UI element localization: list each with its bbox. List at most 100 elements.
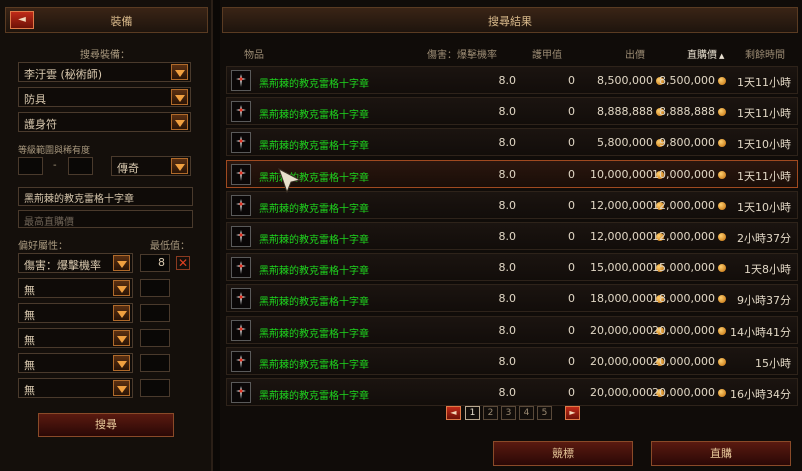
- bid-button[interactable]: 競標: [493, 441, 633, 466]
- min-value-label: 最低值：: [150, 241, 190, 252]
- bid-value: 8,888,888: [597, 105, 664, 118]
- dps-value: 8.0: [498, 230, 517, 243]
- level-min-input[interactable]: [18, 157, 43, 175]
- time-left: 1天11小時: [737, 169, 791, 183]
- amulet-icon: [231, 319, 251, 341]
- dps-value: 8.0: [498, 136, 517, 150]
- amulet-icon: [231, 163, 251, 185]
- amulet-icon: [231, 70, 251, 91]
- item-name: 黑荊棘的教克雷格十字章: [259, 172, 369, 184]
- class-select[interactable]: 李汙雲 (秘術師): [18, 62, 191, 82]
- search-button[interactable]: 搜尋: [38, 413, 174, 437]
- armor-value: 0: [568, 167, 575, 181]
- table-row[interactable]: 黑荊棘的教克雷格十字章 8.0 0 18,000,000 18,000,000 9小時37…: [226, 284, 798, 313]
- gold-coin-icon: [718, 77, 726, 85]
- table-row[interactable]: 黑荊棘的教克雷格十字章 8.0 0 10,000,000 10,000,000 1天11小…: [226, 159, 798, 188]
- table-row[interactable]: 黑荊棘的教克雷格十字章 8.0 0 15,000,000 15,000,000 1天8小時: [226, 253, 798, 282]
- stat-select-1[interactable]: 傷害：爆擊機率: [18, 253, 133, 273]
- level-dash: -: [53, 160, 57, 171]
- column-armor[interactable]: 護甲值: [532, 46, 562, 61]
- stat-min-input-5[interactable]: [140, 354, 170, 372]
- stat-min-input-1[interactable]: 8: [140, 254, 170, 272]
- dps-value: 8.0: [498, 261, 517, 275]
- page-2[interactable]: 2: [483, 406, 498, 420]
- time-left: 15小時: [755, 356, 791, 370]
- stat-select-2[interactable]: 無: [18, 278, 133, 298]
- armor-value: 0: [568, 74, 575, 87]
- table-row[interactable]: 黑荊棘的教克雷格十字章 8.0 0 8,888,888 8,888,888 1天11小時: [226, 97, 798, 126]
- armor-value: 0: [568, 323, 575, 337]
- column-buyout[interactable]: 直購價 ▲: [687, 46, 724, 61]
- stat-select-4[interactable]: 無: [18, 328, 133, 348]
- time-left: 1天8小時: [744, 263, 791, 277]
- time-left: 9小時37分: [737, 294, 791, 308]
- table-row[interactable]: 黑荊棘的教克雷格十字章 8.0 0 5,800,000 9,800,000 1天10小時: [226, 128, 798, 157]
- item-type-select[interactable]: 防具: [18, 87, 191, 107]
- page-4[interactable]: 4: [519, 406, 534, 420]
- level-max-input[interactable]: [68, 157, 93, 175]
- item-name-input[interactable]: 黑荊棘的教克雷格十字章: [18, 187, 193, 206]
- chevron-down-icon[interactable]: [171, 64, 188, 80]
- item-name: 黑荊棘的教克雷格十字章: [259, 110, 369, 122]
- stat-min-input-2[interactable]: [140, 279, 170, 297]
- gold-coin-icon: [718, 326, 726, 335]
- column-time[interactable]: 剩餘時間: [745, 46, 785, 61]
- gold-coin-icon: [718, 139, 726, 148]
- gold-coin-icon: [718, 170, 726, 179]
- column-item[interactable]: 物品: [244, 46, 264, 61]
- armor-value: 0: [568, 292, 575, 306]
- page-1[interactable]: 1: [465, 406, 480, 420]
- time-left: 1天11小時: [737, 76, 791, 89]
- table-row[interactable]: 黑荊棘的教克雷格十字章 8.0 0 20,000,000 20,000,000 15小時: [226, 346, 798, 375]
- chevron-down-icon[interactable]: [113, 255, 130, 271]
- table-row[interactable]: 黑荊棘的教克雷格十字章 8.0 0 12,000,000 12,000,000 1天10小…: [226, 190, 798, 219]
- gold-coin-icon: [718, 201, 726, 210]
- amulet-icon: [231, 132, 251, 154]
- amulet-icon: [231, 350, 251, 372]
- buyout-button[interactable]: 直購: [651, 441, 791, 466]
- buyout-value: 8,888,888: [659, 105, 726, 118]
- chevron-down-icon[interactable]: [171, 114, 188, 130]
- chevron-down-icon[interactable]: [113, 380, 130, 396]
- item-name: 黑荊棘的教克雷格十字章: [259, 266, 369, 278]
- buyout-value: 12,000,000: [652, 230, 726, 243]
- table-row[interactable]: 黑荊棘的教克雷格十字章 8.0 0 20,000,000 20,000,000 14小時4…: [226, 315, 798, 344]
- chevron-down-icon[interactable]: [113, 330, 130, 346]
- mouse-cursor-icon: [278, 168, 302, 194]
- stat-select-6[interactable]: 無: [18, 378, 133, 398]
- amulet-icon: [231, 226, 251, 247]
- dps-value: 8.0: [498, 105, 517, 119]
- table-row[interactable]: 黑荊棘的教克雷格十字章 8.0 0 12,000,000 12,000,000 2小時37…: [226, 222, 798, 250]
- rarity-select[interactable]: 傳奇: [111, 156, 191, 176]
- table-row[interactable]: 黑荊棘的教克雷格十字章 8.0 0 8,500,000 8,500,000 1天11小時: [226, 66, 798, 94]
- column-dps[interactable]: 傷害：爆擊機率: [427, 46, 497, 61]
- next-page-icon[interactable]: ►: [565, 406, 580, 420]
- max-buyout-input[interactable]: 最高直購價: [18, 210, 193, 228]
- chevron-down-icon[interactable]: [113, 280, 130, 296]
- item-name: 黑荊棘的教克雷格十字章: [259, 141, 369, 153]
- buyout-value: 12,000,000: [652, 199, 726, 212]
- panel-title: 裝備: [110, 15, 133, 28]
- armor-value: 0: [568, 230, 575, 243]
- gold-coin-icon: [718, 389, 726, 397]
- stat-min-input-3[interactable]: [140, 304, 170, 322]
- stat-min-input-4[interactable]: [140, 329, 170, 347]
- item-name: 黑荊棘的教克雷格十字章: [259, 79, 369, 90]
- stat-select-5[interactable]: 無: [18, 353, 133, 373]
- page-3[interactable]: 3: [501, 406, 516, 420]
- prev-page-icon[interactable]: ◄: [446, 406, 461, 420]
- page-5[interactable]: 5: [537, 406, 552, 420]
- stat-min-input-6[interactable]: [140, 379, 170, 397]
- item-subtype-select[interactable]: 護身符: [18, 112, 191, 132]
- table-row[interactable]: 黑荊棘的教克雷格十字章 8.0 0 20,000,000 20,000,000 16小時3…: [226, 378, 798, 406]
- chevron-down-icon[interactable]: [171, 158, 188, 174]
- column-bid[interactable]: 出價: [625, 46, 645, 61]
- chevron-down-icon[interactable]: [171, 89, 188, 105]
- back-arrow-icon[interactable]: ◄: [10, 11, 34, 29]
- chevron-down-icon[interactable]: [113, 355, 130, 371]
- gold-coin-icon: [718, 108, 726, 117]
- close-icon[interactable]: ✕: [176, 256, 190, 270]
- chevron-down-icon[interactable]: [113, 305, 130, 321]
- stat-select-3[interactable]: 無: [18, 303, 133, 323]
- armor-value: 0: [568, 136, 575, 150]
